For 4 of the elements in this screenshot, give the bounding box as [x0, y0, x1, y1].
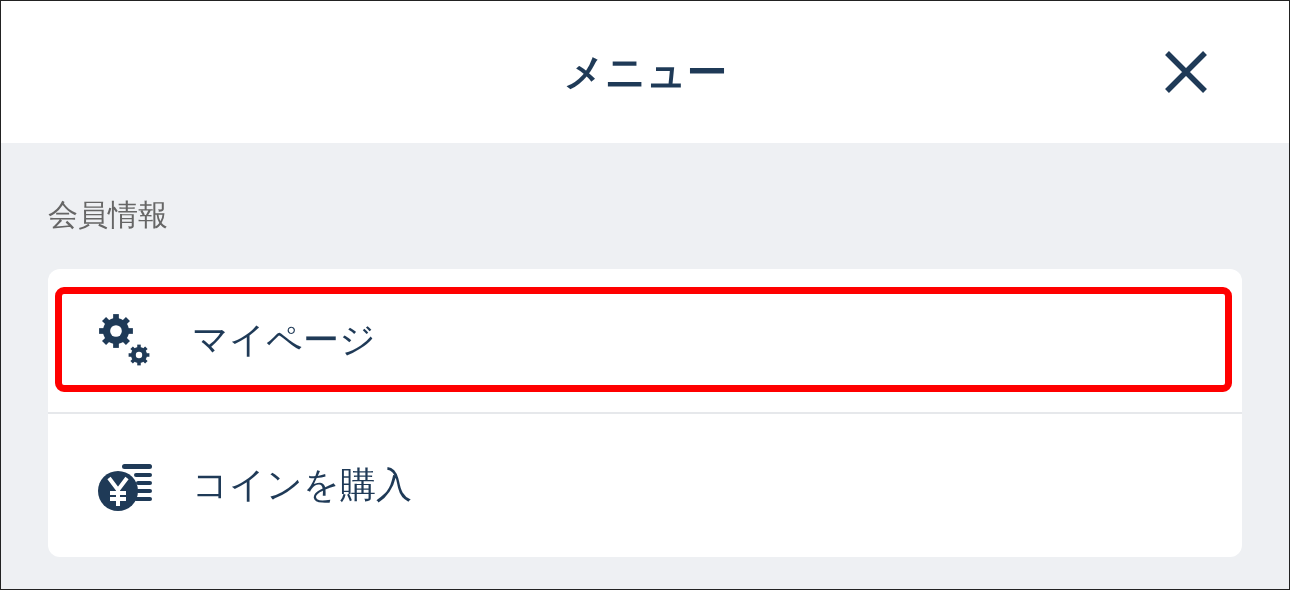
menu-title: メニュー — [563, 47, 727, 97]
section-label: 会員情報 — [48, 196, 169, 234]
menu-item[interactable]: コインを購入 — [192, 461, 412, 510]
menu-item[interactable]: マイページ — [192, 316, 376, 365]
